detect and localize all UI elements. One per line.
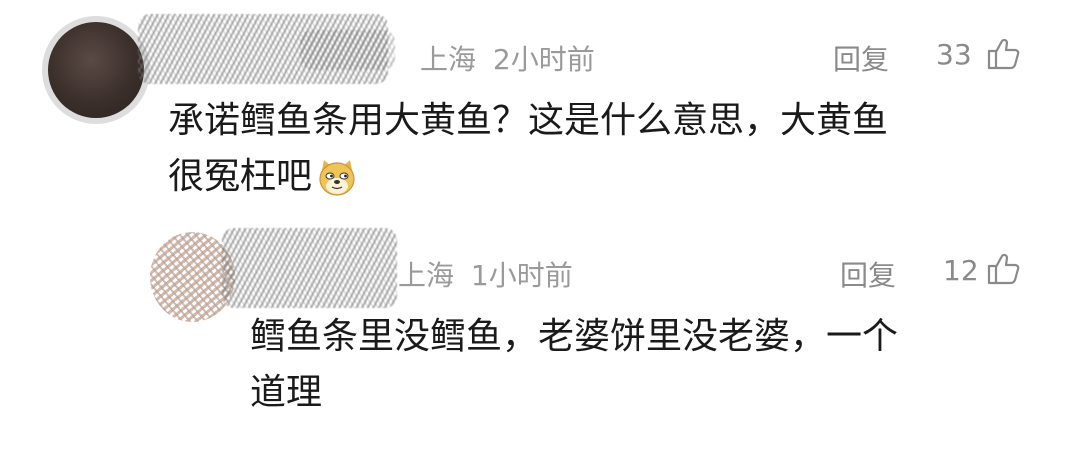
reply-button[interactable]: 回复 <box>840 254 896 294</box>
redacted-username <box>222 228 397 308</box>
time-text: 1小时前 <box>470 259 573 292</box>
location-text: 上海 <box>420 43 477 76</box>
comment-meta: 上海 2小时前 <box>420 38 595 78</box>
comment-text: 承诺鳕鱼条用大黄鱼？这是什么意思，大黄鱼 很冤枉吧 <box>168 93 888 205</box>
comment-text: 鳕鱼条里没鳕鱼，老婆饼里没老婆，一个 道理 <box>250 309 898 421</box>
comment-line: 承诺鳕鱼条用大黄鱼？这是什么意思，大黄鱼 <box>168 100 889 141</box>
comment-line: 鳕鱼条里没鳕鱼，老婆饼里没老婆，一个 <box>250 316 899 357</box>
like-count: 33 <box>936 38 972 71</box>
like-count: 12 <box>943 254 979 287</box>
avatar[interactable] <box>48 22 144 118</box>
comment-meta: 上海 1小时前 <box>398 254 573 294</box>
time-text: 2小时前 <box>492 43 595 76</box>
thumb-up-icon[interactable] <box>985 251 1021 287</box>
comment-line: 很冤枉吧 <box>168 156 313 197</box>
doge-emoji-icon <box>316 158 358 198</box>
location-text: 上海 <box>398 259 455 292</box>
comment-line-with-emoji: 很冤枉吧 <box>168 149 888 205</box>
comment-line: 道理 <box>250 372 323 413</box>
redacted-username <box>300 30 395 70</box>
reply-button[interactable]: 回复 <box>833 38 889 78</box>
thumb-up-icon[interactable] <box>985 36 1021 72</box>
